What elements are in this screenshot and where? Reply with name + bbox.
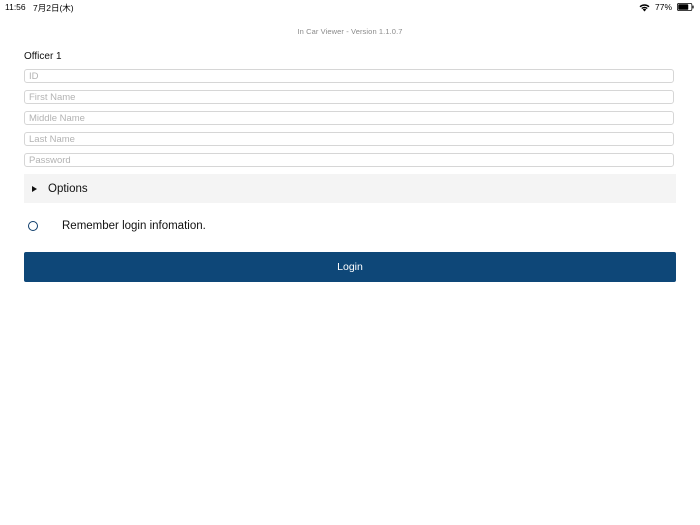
id-field[interactable] [24,69,674,83]
officer-section-title: Officer 1 [24,51,62,62]
options-disclosure[interactable]: Options [24,174,676,203]
remember-label: Remember login infomation. [62,220,206,232]
battery-icon [677,3,694,11]
first-name-field[interactable] [24,90,674,104]
wifi-icon [639,3,650,12]
last-name-field[interactable] [24,132,674,146]
status-date: 7月2日(木) [33,3,74,13]
remember-login-toggle[interactable]: Remember login infomation. [28,218,206,234]
battery-percent: 77% [654,2,672,12]
remember-radio-icon[interactable] [28,221,38,231]
status-bar: 11:56 7月2日(木) 77% [0,0,700,14]
password-field[interactable] [24,153,674,167]
status-indicators: 77% [639,2,694,12]
middle-name-field[interactable] [24,111,674,125]
battery-level-fill [678,4,689,10]
login-screen: 11:56 7月2日(木) 77% In Car Viewer - Versio… [0,0,700,525]
app-title: In Car Viewer - Version 1.1.0.7 [297,27,403,36]
login-button[interactable]: Login [24,252,676,282]
options-label: Options [48,182,88,195]
status-time: 11:56 [5,2,26,12]
disclosure-triangle-icon [32,185,37,192]
